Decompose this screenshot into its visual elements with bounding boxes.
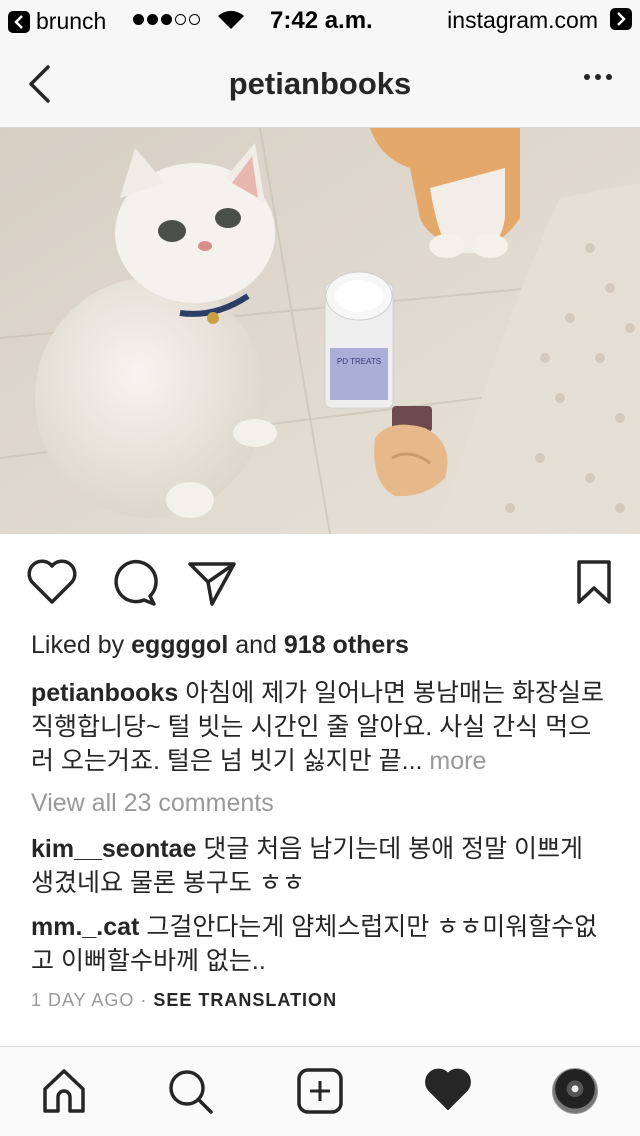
liked-by-user[interactable]: eggggol [131, 631, 228, 659]
likes-summary[interactable]: Liked by eggggol and 918 others [31, 628, 611, 662]
meta-separator: · [134, 990, 154, 1010]
speech-bubble-icon[interactable] [106, 558, 158, 613]
back-app-label: brunch [36, 8, 107, 34]
caption-username[interactable]: petianbooks [31, 679, 178, 707]
home-icon[interactable] [40, 1067, 88, 1120]
nav-bar: petianbooks [0, 40, 640, 128]
more-options-icon[interactable] [584, 74, 612, 80]
jar-label: PD TREATS [337, 357, 381, 366]
back-to-app-button[interactable]: brunch [8, 8, 106, 35]
caption-more-link[interactable]: more [429, 747, 486, 775]
post-caption: petianbooks 아침에 제가 일어나면 봉남매는 화장실로 직행합니당~… [31, 676, 611, 778]
status-bar: brunch 7:42 a.m. instagram.com [0, 0, 640, 40]
comment-item: mm._.cat 그걸안다는게 얌체스럽지만 ㅎㅎ미워할수없고 이뻐할수바께 없… [31, 910, 611, 978]
add-post-icon[interactable] [296, 1067, 344, 1120]
signal-strength-icon [133, 14, 200, 25]
bookmark-icon[interactable] [574, 558, 614, 613]
post-photo[interactable]: PD TREATS [0, 128, 640, 534]
view-all-comments-link[interactable]: View all 23 comments [31, 786, 611, 820]
search-icon[interactable] [166, 1067, 214, 1120]
heart-filled-icon[interactable] [424, 1067, 472, 1118]
post-actions [0, 558, 640, 610]
likes-middle: and [228, 631, 284, 659]
page-title[interactable]: petianbooks [0, 66, 640, 102]
comment-item: kim__seontae 댓글 처음 남기는데 봉애 정말 이쁘게 생겼네요 물… [31, 832, 611, 900]
see-translation-link[interactable]: SEE TRANSLATION [153, 990, 337, 1010]
forward-chevron-icon[interactable] [610, 8, 632, 30]
post-time: 1 DAY AGO [31, 990, 135, 1010]
site-label: instagram.com [447, 7, 598, 33]
bottom-tab-bar [0, 1046, 640, 1136]
heart-outline-icon[interactable] [26, 558, 78, 611]
post-meta: 1 DAY AGO · SEE TRANSLATION [31, 990, 337, 1011]
wifi-icon [216, 9, 246, 37]
comment-username[interactable]: mm._.cat [31, 913, 139, 941]
likes-count[interactable]: 918 others [284, 631, 409, 659]
comment-username[interactable]: kim__seontae [31, 835, 196, 863]
clock: 7:42 a.m. [270, 7, 373, 34]
back-chevron-icon [8, 10, 30, 33]
profile-avatar[interactable] [552, 1068, 598, 1114]
paper-plane-icon[interactable] [186, 558, 238, 613]
likes-prefix: Liked by [31, 631, 132, 659]
